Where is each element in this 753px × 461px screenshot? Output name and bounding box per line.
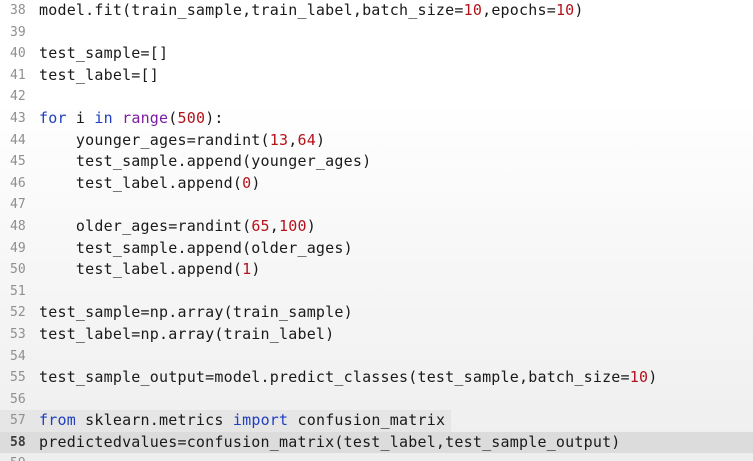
keyword-token: from [39,411,76,430]
line-number: 40 [10,46,26,62]
code-line-55[interactable]: 55 test_sample_output=model.predict_clas… [0,367,753,389]
builtin-token: range [122,108,169,127]
number-token: 65 [251,216,270,235]
number-token: 100 [279,216,307,235]
code-line-54[interactable]: 54 [0,346,753,368]
code-line-51[interactable]: 51 [0,281,753,303]
line-number: 55 [10,370,26,386]
code-line-41[interactable]: 41 test_label=[] [0,65,753,87]
line-number: 56 [10,391,26,407]
code-editor[interactable]: 38 model.fit(train_sample,train_label,ba… [0,0,753,461]
code-text: test_sample.append(younger_ages) [39,152,372,171]
keyword-token: import [232,411,289,430]
line-number: 45 [10,154,26,170]
code-line-48[interactable]: 48 older_ages=randint(65,100) [0,216,753,238]
line-number: 41 [10,67,26,83]
line-number: 57 [0,410,35,432]
line-number: 38 [10,3,26,18]
number-token: 10 [555,1,575,19]
code-line-47[interactable]: 47 [0,194,753,216]
code-text: test_label=[] [39,65,159,84]
number-token: 10 [463,1,483,19]
code-line-57[interactable]: 57 from sklearn.metrics import confusion… [0,410,753,432]
code-text: from sklearn.metrics import confusion_ma… [35,410,452,432]
code-line-56[interactable]: 56 [0,389,753,411]
line-number: 46 [10,175,26,191]
code-text: test_sample.append(older_ages) [39,238,353,257]
keyword-token: for [39,108,67,127]
code-text: test_sample=[] [39,44,169,63]
line-number: 58 [10,434,26,450]
code-line-43[interactable]: 43 for i in range(500): [0,108,753,130]
line-number: 52 [10,305,26,321]
code-line-39[interactable]: 39 [0,22,753,44]
line-number: 43 [10,110,26,126]
line-number: 59 [0,453,35,461]
line-number: 49 [10,240,26,256]
code-line-42[interactable]: 42 [0,86,753,108]
code-line-38[interactable]: 38 model.fit(train_sample,train_label,ba… [0,0,753,22]
code-text: test_sample_output=model.predict_classes… [39,368,658,387]
number-token: 0 [242,173,252,192]
line-number: 51 [10,283,26,299]
keyword-token: in [94,108,113,127]
code-line-58[interactable]: 58 predictedvalues=confusion_matrix(test… [0,431,753,454]
code-line-52[interactable]: 52 test_sample=np.array(train_sample) [0,302,753,324]
line-number: 42 [10,89,26,105]
code-text: predictedvalues=confusion_matrix(test_la… [39,432,621,451]
line-number: 50 [10,262,26,278]
code-text: for i in range(500): [39,108,224,127]
number-token: 13 [269,130,289,149]
code-line-50[interactable]: 50 test_label.append(1) [0,259,753,281]
code-line-49[interactable]: 49 test_sample.append(older_ages) [0,238,753,260]
code-line-40[interactable]: 40 test_sample=[] [0,43,753,65]
code-line-53[interactable]: 53 test_label=np.array(train_label) [0,324,753,346]
code-text: older_ages=randint(65,100) [39,216,316,235]
line-number: 48 [10,218,26,234]
line-number: 47 [10,197,26,213]
code-line-45[interactable]: 45 test_sample.append(younger_ages) [0,151,753,173]
code-text: test_label=np.array(train_label) [39,324,335,343]
code-line-44[interactable]: 44 younger_ages=randint(13,64) [0,130,753,152]
code-text: younger_ages=randint(13,64) [39,130,326,149]
line-number: 39 [10,24,26,40]
code-line-46[interactable]: 46 test_label.append(0) [0,173,753,195]
code-text: model.fit(train_sample,train_label,batch… [39,1,584,19]
number-token: 64 [297,130,316,149]
code-line-59[interactable]: 59 [0,453,753,461]
code-text: test_sample=np.array(train_sample) [39,303,353,322]
line-number: 54 [10,348,26,364]
line-number: 53 [10,326,26,342]
number-token: 500 [177,108,206,127]
code-text: test_label.append(0) [39,173,261,192]
number-token: 10 [629,368,649,387]
line-number: 44 [10,132,26,148]
number-token: 1 [242,260,252,279]
code-text: test_label.append(1) [39,260,261,279]
